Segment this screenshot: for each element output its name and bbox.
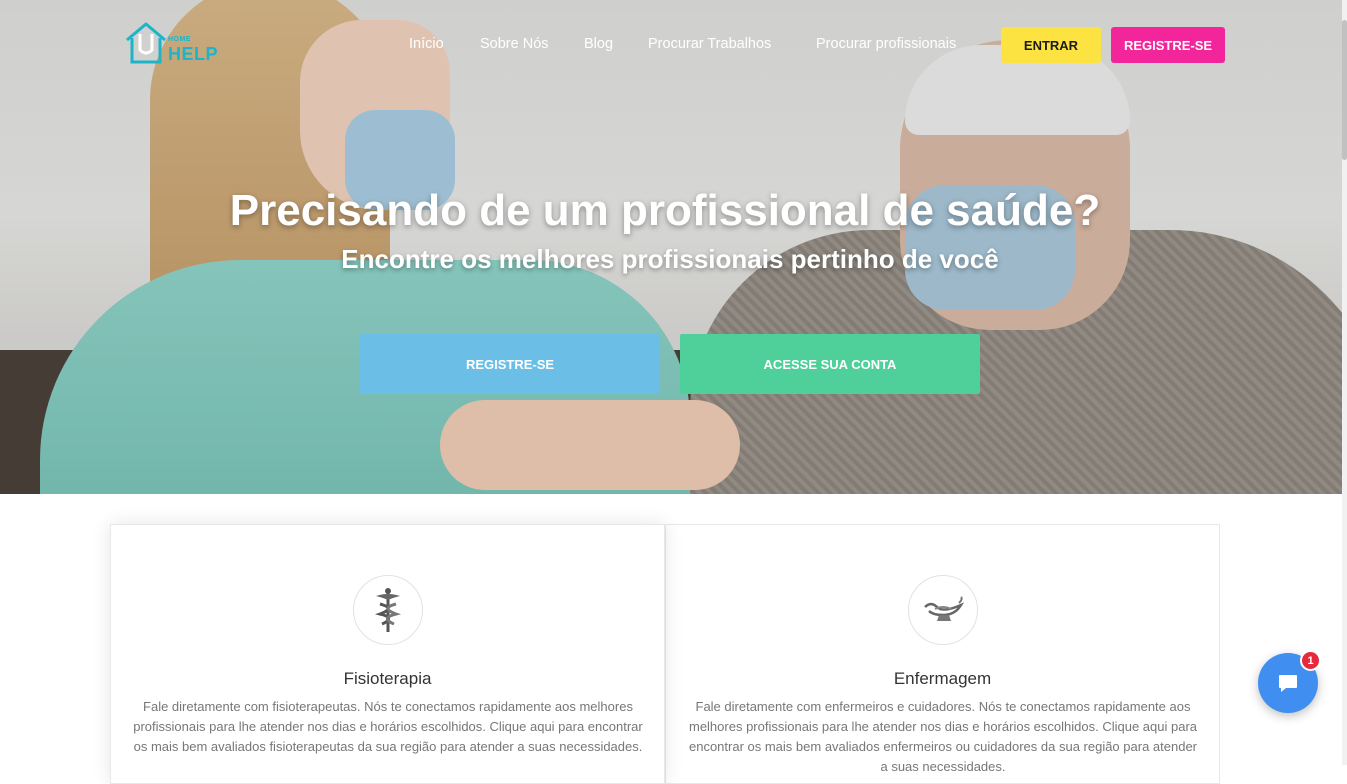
- nav-link-procurar-profissionais[interactable]: Procurar profissionais: [816, 36, 956, 52]
- hero-subtitle: Encontre os melhores profissionais perti…: [341, 244, 999, 274]
- nav-link-blog[interactable]: Blog: [584, 36, 613, 52]
- service-icon-circle: [908, 575, 978, 645]
- login-button[interactable]: ENTRAR: [1001, 27, 1101, 63]
- nursing-lamp-icon: [924, 596, 965, 621]
- chat-bubble-icon: [1279, 675, 1297, 692]
- service-icon-circle: [353, 575, 423, 645]
- hero-register-button[interactable]: REGISTRE-SE: [360, 334, 660, 394]
- services-section: Fisioterapia Fale diretamente com fisiot…: [110, 524, 1220, 784]
- nav-link-sobre-nos[interactable]: Sobre Nós: [480, 36, 549, 52]
- house-heartbeat-icon: [126, 22, 166, 64]
- service-card-fisioterapia[interactable]: Fisioterapia Fale diretamente com fisiot…: [110, 524, 665, 784]
- service-card-enfermagem[interactable]: Enfermagem Fale diretamente com enfermei…: [665, 524, 1220, 784]
- service-description: Fale diretamente com enfermeiros e cuida…: [688, 699, 1197, 774]
- nav-link-inicio[interactable]: Início: [409, 36, 444, 52]
- register-button-header[interactable]: REGISTRE-SE: [1111, 27, 1225, 63]
- hero-title: Precisando de um profissional de saúde?: [229, 186, 1101, 235]
- hero-access-account-button[interactable]: ACESSE SUA CONTA: [680, 334, 980, 394]
- service-title: Enfermagem: [893, 669, 992, 688]
- nav-link-procurar-trabalhos[interactable]: Procurar Trabalhos: [648, 36, 771, 52]
- scrollbar-thumb[interactable]: [1342, 20, 1347, 160]
- chat-notification-badge: 1: [1300, 650, 1321, 671]
- logo-text-main: HELP: [168, 44, 219, 64]
- caduceus-icon: [374, 588, 402, 632]
- site-logo[interactable]: HOME HELP: [124, 20, 234, 68]
- logo-text-small: HOME: [168, 36, 191, 43]
- service-title: Fisioterapia: [343, 669, 432, 688]
- page-scrollbar[interactable]: [1342, 0, 1347, 765]
- service-description: Fale diretamente com fisioterapeutas. Nó…: [133, 699, 643, 754]
